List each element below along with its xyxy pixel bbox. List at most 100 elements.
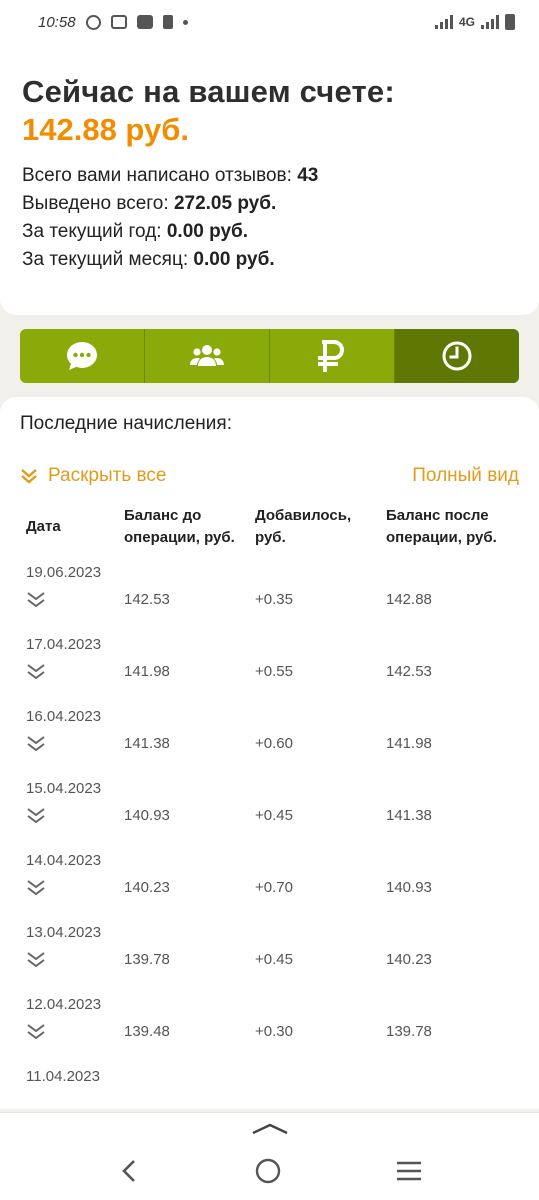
stat-reviews-value: 43	[297, 165, 319, 186]
row-date: 13.04.2023	[26, 924, 102, 941]
home-icon[interactable]	[254, 1157, 282, 1185]
row-date: 16.04.2023	[26, 708, 102, 725]
expand-row-icon[interactable]	[26, 735, 46, 753]
row-added: +0.35	[255, 590, 293, 608]
full-view-link[interactable]: Полный вид	[412, 465, 519, 487]
tab-history[interactable]	[395, 329, 519, 383]
stat-month-value: 0.00 руб.	[193, 249, 275, 270]
table-row[interactable]: 12.04.2023 139.48 +0.30 139.78	[20, 995, 519, 1067]
row-before: 141.98	[124, 662, 170, 680]
card-icon	[110, 15, 127, 29]
back-icon[interactable]	[117, 1157, 141, 1185]
col-added: Добавилось, руб.	[255, 507, 352, 546]
chevron-up-icon[interactable]	[251, 1121, 289, 1135]
row-date-cell: 17.04.2023	[20, 635, 118, 707]
table-row[interactable]: 17.04.2023 141.98 +0.55 142.53	[20, 635, 519, 707]
accruals-card: Последние начисления: Раскрыть все Полны…	[0, 397, 539, 1109]
row-date: 14.04.2023	[26, 852, 102, 869]
accruals-table: Дата Баланс до операции, руб. Добавилось…	[20, 505, 519, 1109]
stat-withdrawn-value: 272.05 руб.	[173, 193, 277, 214]
row-date-cell: 19.06.2023	[20, 563, 118, 635]
row-after: 141.98	[386, 734, 432, 752]
row-date-cell: 15.04.2023	[20, 779, 118, 851]
row-after: 142.53	[386, 662, 432, 680]
row-before: 141.38	[124, 734, 170, 752]
tab-payments[interactable]	[270, 329, 395, 383]
row-after: 140.93	[386, 878, 432, 896]
signal-2-icon	[481, 15, 499, 29]
col-balance-after: Баланс после операции, руб.	[386, 507, 497, 546]
status-left: 10:58	[38, 14, 188, 31]
users-icon	[190, 345, 224, 366]
row-date: 19.06.2023	[26, 564, 102, 581]
expand-row-icon[interactable]	[26, 663, 46, 681]
row-after	[380, 1067, 519, 1109]
accruals-controls: Раскрыть все Полный вид	[20, 465, 519, 487]
row-date: 15.04.2023	[26, 780, 102, 797]
expand-row-icon[interactable]	[26, 879, 46, 897]
recents-icon[interactable]	[395, 1159, 423, 1183]
expand-row-icon[interactable]	[26, 807, 46, 825]
col-balance-before: Баланс до операции, руб.	[124, 507, 235, 546]
expand-row-icon[interactable]	[26, 1023, 46, 1041]
row-before: 140.23	[124, 878, 170, 896]
row-date: 11.04.2023	[26, 1068, 100, 1085]
balance-amount: 142.88 руб.	[22, 112, 189, 147]
expand-row-icon[interactable]	[26, 591, 46, 609]
row-date-cell: 11.04.2023	[20, 1067, 118, 1109]
balance-heading: Сейчас на вашем счете:	[22, 74, 395, 109]
message-icon	[136, 15, 153, 29]
row-after: 140.23	[386, 950, 432, 968]
row-added: +0.30	[255, 1022, 293, 1040]
row-added: +0.45	[255, 806, 293, 824]
stat-reviews-label: Всего вами написано отзывов:	[22, 165, 292, 186]
table-row[interactable]: 15.04.2023 140.93 +0.45 141.38	[20, 779, 519, 851]
system-nav-bar	[0, 1112, 539, 1200]
stat-withdrawn-label: Выведено всего:	[22, 193, 169, 214]
expand-all-button[interactable]: Раскрыть все	[20, 465, 166, 487]
ruble-icon	[318, 340, 344, 372]
expand-all-label: Раскрыть все	[48, 465, 167, 486]
stat-month: За текущий месяц: 0.00 руб.	[22, 246, 517, 274]
table-row[interactable]: 14.04.2023 140.23 +0.70 140.93	[20, 851, 519, 923]
clock-icon	[442, 341, 472, 371]
table-header-row: Дата Баланс до операции, руб. Добавилось…	[20, 505, 519, 563]
row-before: 139.78	[124, 950, 170, 968]
row-added	[249, 1067, 380, 1109]
row-added: +0.70	[255, 878, 293, 896]
row-added: +0.45	[255, 950, 293, 968]
stat-year-value: 0.00 руб.	[166, 221, 249, 242]
table-row[interactable]: 13.04.2023 139.78 +0.45 140.23	[20, 923, 519, 995]
tab-referrals[interactable]	[145, 329, 270, 383]
status-right: 4G	[434, 14, 515, 30]
status-time: 10:58	[38, 13, 76, 31]
row-date-cell: 13.04.2023	[20, 923, 118, 995]
row-after: 142.88	[386, 590, 432, 608]
row-after: 139.78	[386, 1022, 432, 1040]
nav-buttons	[0, 1157, 539, 1185]
row-date-cell: 14.04.2023	[20, 851, 118, 923]
row-added: +0.60	[255, 734, 293, 752]
row-before: 142.53	[124, 590, 170, 608]
table-row[interactable]: 16.04.2023 141.38 +0.60 141.98	[20, 707, 519, 779]
double-chevron-down-icon	[21, 469, 37, 484]
balance-card: Сейчас на вашем счете: 142.88 руб. Всего…	[0, 44, 539, 315]
row-after: 141.38	[386, 806, 432, 824]
row-date: 17.04.2023	[26, 636, 102, 653]
stat-reviews: Всего вами написано отзывов: 43	[22, 162, 517, 190]
viber-icon	[85, 14, 101, 30]
stat-withdrawn: Выведено всего: 272.05 руб.	[22, 190, 517, 218]
tab-bar	[20, 329, 519, 383]
row-date-cell: 12.04.2023	[20, 995, 118, 1067]
stat-month-label: За текущий месяц:	[22, 249, 189, 270]
row-before: 140.93	[124, 806, 170, 824]
table-row[interactable]: 11.04.2023	[20, 1067, 519, 1109]
notification-dot-icon	[182, 19, 188, 25]
sim-icon	[162, 15, 173, 29]
table-row[interactable]: 19.06.2023 142.53 +0.35 142.88	[20, 563, 519, 635]
stat-year-label: За текущий год:	[22, 221, 162, 242]
accruals-title: Последние начисления:	[20, 413, 232, 434]
stat-year: За текущий год: 0.00 руб.	[22, 218, 517, 246]
tab-reviews[interactable]	[20, 329, 145, 383]
expand-row-icon[interactable]	[26, 951, 46, 969]
